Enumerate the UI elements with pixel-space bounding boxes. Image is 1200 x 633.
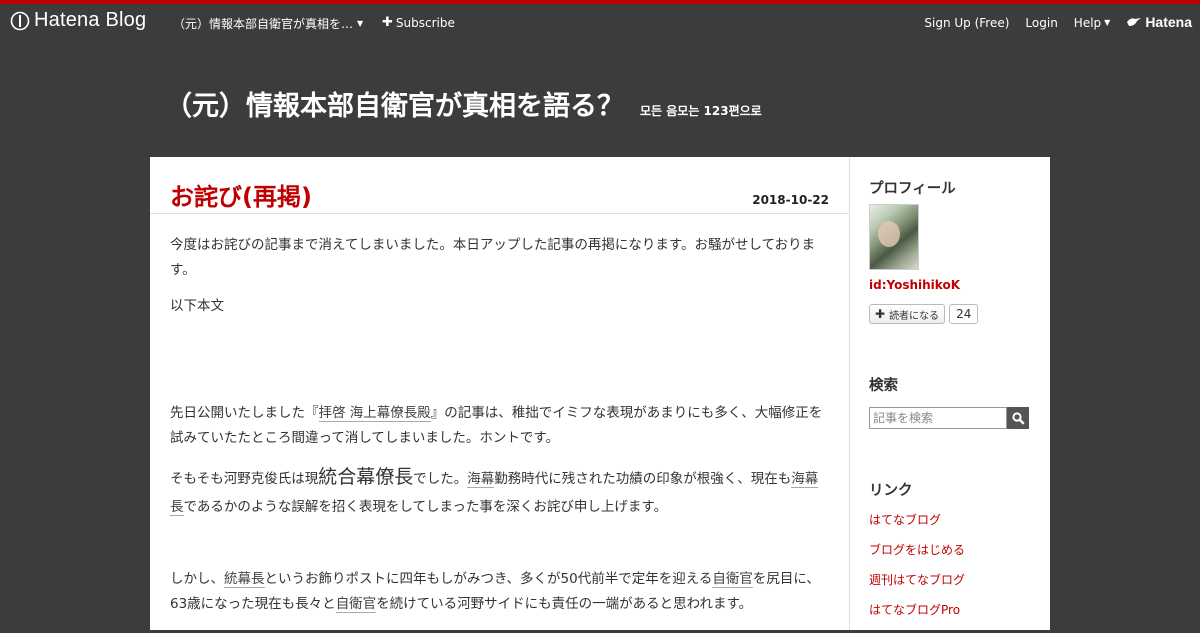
hatena-label: Hatena	[1145, 14, 1192, 30]
search-button[interactable]	[1007, 407, 1029, 429]
content-panel: お詫び(再掲) 2018-10-22 今度はお詫びの記事まで消えてしまいました。…	[150, 157, 1050, 630]
main-column: お詫び(再掲) 2018-10-22 今度はお詫びの記事まで消えてしまいました。…	[150, 157, 850, 630]
hatena-logo[interactable]: Hatena	[1126, 14, 1192, 30]
entry-paragraph: 以下本文	[170, 298, 224, 314]
plus-icon: ✚	[382, 15, 393, 30]
text: そもそも	[170, 471, 224, 487]
search-heading: 検索	[869, 378, 898, 394]
login-link[interactable]: Login	[1025, 16, 1057, 30]
become-reader-button[interactable]: ✚ 読者になる	[869, 304, 946, 324]
text: というお飾りポストに四年もしがみつき、多くが50代前半で定年を迎える	[264, 571, 713, 587]
entry-paragraph: しかし、統幕長というお飾りポストに四年もしがみつき、多くが50代前半で定年を迎え…	[170, 567, 830, 617]
hatena-blog-icon	[10, 11, 30, 30]
emphasized-text: 統合幕僚長	[318, 466, 414, 488]
reader-button-label: 読者になる	[889, 310, 940, 322]
text: を続けている河野サイドにも責任の一端があると思われます。	[376, 596, 753, 612]
keyword-text: 河野克俊	[223, 471, 278, 487]
text: 勤務時代に残された功績の印象が根強く、現在も	[494, 471, 792, 487]
entry-body: 今度はお詫びの記事まで消えてしまいました。本日アップした記事の再掲になります。お…	[170, 233, 830, 617]
links-list: はてなブログ ブログをはじめる 週刊はてなブログ はてなブログPro	[869, 513, 965, 633]
blog-menu-dropdown[interactable]: （元）情報本部自衛官が真相を… ▼	[173, 15, 363, 32]
blog-title[interactable]: （元）情報本部自衛官が真相を語る？	[165, 84, 624, 123]
entry-paragraph: 先日公開いたしました『拝啓 海上幕僚長殿』の記事は、稚拙でイミフな表現があまりに…	[170, 401, 830, 451]
text: 先日公開いたしました『	[170, 405, 319, 421]
signup-link[interactable]: Sign Up (Free)	[924, 16, 1009, 30]
entry-paragraph: 今度はお詫びの記事まで消えてしまいました。本日アップした記事の再掲になります。お…	[170, 237, 816, 278]
avatar[interactable]	[869, 204, 919, 270]
keyword-link[interactable]: 自衛官	[335, 596, 377, 613]
global-header: Hatena Blog （元）情報本部自衛官が真相を… ▼ ✚ Subscrib…	[0, 4, 1200, 40]
keyword-link[interactable]: 海幕	[467, 471, 495, 488]
brand-name: Hatena Blog	[34, 9, 147, 31]
subscribe-label: Subscribe	[395, 15, 455, 30]
sidebar-link[interactable]: はてなブログ	[869, 513, 965, 543]
entry-date[interactable]: 2018-10-22	[752, 193, 829, 207]
profile-heading: プロフィール	[869, 181, 956, 197]
links-heading: リンク	[869, 483, 913, 499]
search-icon	[1011, 411, 1025, 425]
text: しかし、	[170, 571, 224, 587]
entry-paragraph: そもそも河野克俊氏は現統合幕僚長でした。海幕勤務時代に残された功績の印象が根強く…	[170, 463, 830, 521]
blog-description: 모든 음모는 123편으로	[640, 104, 762, 118]
text: 氏は現	[277, 471, 319, 487]
blog-header: （元）情報本部自衛官が真相を語る？ 모든 음모는 123편으로	[165, 84, 762, 123]
reader-widget: ✚ 読者になる 24	[869, 304, 979, 324]
blog-menu-label: （元）情報本部自衛官が真相を…	[173, 17, 354, 31]
text: であるかのような誤解を招く表現をしてしまった事を深くお詫び申し上げます。	[183, 499, 668, 515]
entry-header: お詫び(再掲) 2018-10-22	[150, 157, 849, 214]
subscribe-button[interactable]: ✚ Subscribe	[382, 15, 455, 30]
keyword-link[interactable]: 統幕長	[224, 571, 265, 588]
sidebar-link[interactable]: ブログをはじめる	[869, 543, 965, 573]
reader-count: 24	[949, 304, 979, 324]
help-menu[interactable]: Help ▼	[1074, 16, 1111, 30]
keyword-link[interactable]: 拝啓 海上幕僚長殿	[318, 405, 431, 422]
text: でした。	[413, 471, 468, 487]
caret-down-icon: ▼	[1104, 18, 1111, 27]
account-nav: Sign Up (Free) Login Help ▼ Hatena	[924, 14, 1192, 30]
hatena-bird-icon	[1127, 18, 1142, 26]
keyword-link[interactable]: 自衛官	[712, 571, 753, 588]
help-label: Help	[1073, 15, 1102, 30]
entry-title[interactable]: お詫び(再掲)	[170, 177, 312, 212]
sidebar-link[interactable]: はてなブログPro	[869, 603, 965, 633]
profile-id-link[interactable]: id:YoshihikoK	[869, 278, 960, 292]
hatena-blog-logo[interactable]: Hatena Blog	[10, 9, 146, 32]
plus-icon: ✚	[875, 307, 886, 321]
caret-down-icon: ▼	[357, 19, 364, 28]
search-input[interactable]: 記事を検索	[869, 407, 1007, 429]
search-form: 記事を検索	[869, 407, 1029, 429]
sidebar-link[interactable]: 週刊はてなブログ	[869, 573, 965, 603]
